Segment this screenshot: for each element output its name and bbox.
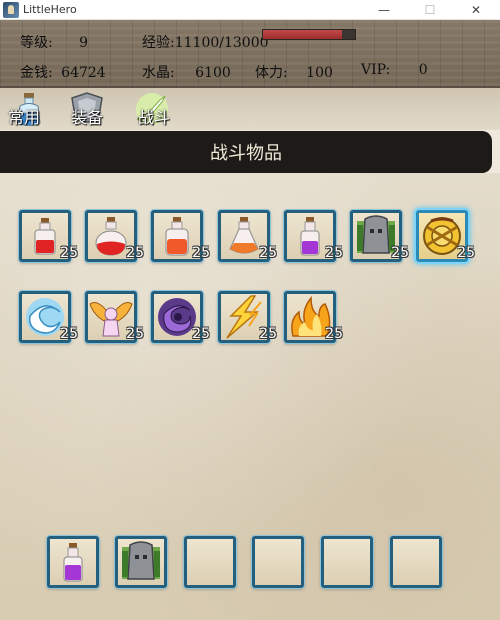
- item-count: 25: [126, 326, 144, 342]
- item-count: 25: [60, 245, 78, 261]
- item-slot-6[interactable]: 25: [350, 210, 409, 262]
- item-count: 25: [457, 245, 475, 261]
- quickbar-slot-1[interactable]: [47, 536, 99, 588]
- purple-potion-icon: [63, 543, 83, 582]
- crystal-value: 6100: [195, 65, 231, 81]
- tab-battle-label: 战斗: [138, 108, 171, 127]
- exp-stat: 经验:11100/13000: [142, 32, 269, 52]
- gold-label: 金钱:: [20, 65, 53, 81]
- level-label: 等级:: [20, 35, 53, 51]
- exp-label: 经验:: [142, 35, 175, 51]
- item-slot-8[interactable]: 25: [19, 291, 78, 343]
- exp-value: 11100/13000: [174, 35, 269, 51]
- tab-common-label: 常用: [8, 108, 41, 127]
- level-value: 9: [79, 35, 89, 51]
- item-count: 25: [325, 326, 343, 342]
- vip-value: 0: [418, 62, 428, 78]
- maximize-button[interactable]: ☐: [407, 0, 453, 20]
- section-title: 战斗物品: [0, 131, 492, 173]
- stamina-label: 体力:: [255, 65, 288, 81]
- vip-label: VIP:: [361, 62, 391, 78]
- item-count: 25: [126, 245, 144, 261]
- tab-equipment[interactable]: 装备: [66, 92, 116, 128]
- crystal-stat: 水晶: 6100: [142, 62, 231, 82]
- item-count: 25: [391, 245, 409, 261]
- item-slot-11[interactable]: 25: [218, 291, 277, 343]
- item-count: 25: [192, 326, 210, 342]
- item-slot-1[interactable]: 25: [19, 210, 78, 262]
- item-count: 25: [60, 326, 78, 342]
- stamina-value: 100: [306, 65, 333, 81]
- window-title: LittleHero: [23, 3, 77, 16]
- window-titlebar: LittleHero — ☐ ✕: [0, 0, 500, 20]
- app-icon: [3, 1, 19, 18]
- vip-stat: VIP: 0: [361, 62, 428, 78]
- item-slot-9[interactable]: 25: [85, 291, 144, 343]
- item-count: 25: [325, 245, 343, 261]
- quickbar-slot-5[interactable]: [321, 536, 373, 588]
- item-slot-2[interactable]: 25: [85, 210, 144, 262]
- item-slot-3[interactable]: 25: [151, 210, 210, 262]
- stats-bar: 等级: 9 经验:11100/13000 金钱: 64724 水晶: 6100 …: [0, 20, 500, 88]
- item-slot-12[interactable]: 25: [284, 291, 343, 343]
- quickbar-slot-6[interactable]: [390, 536, 442, 588]
- tab-battle[interactable]: 战斗: [132, 92, 182, 128]
- item-slot-5[interactable]: 25: [284, 210, 343, 262]
- tab-common[interactable]: 常用: [6, 92, 56, 128]
- stone-armor-icon: [122, 541, 160, 580]
- minimize-button[interactable]: —: [361, 0, 407, 20]
- exp-progress-fill: [263, 30, 342, 39]
- tab-equipment-label: 装备: [71, 108, 104, 127]
- quickbar-slot-3[interactable]: [184, 536, 236, 588]
- item-slot-4[interactable]: 25: [218, 210, 277, 262]
- category-tabs: 常用 装备 战斗: [0, 88, 500, 130]
- stamina-stat: 体力: 100: [255, 62, 333, 82]
- quickbar-slot-2[interactable]: [115, 536, 167, 588]
- gold-stat: 金钱: 64724: [20, 62, 106, 82]
- item-slot-7[interactable]: 25: [416, 210, 475, 262]
- crystal-label: 水晶:: [142, 65, 175, 81]
- close-button[interactable]: ✕: [453, 0, 499, 20]
- item-slot-10[interactable]: 25: [151, 291, 210, 343]
- item-count: 25: [259, 245, 277, 261]
- gold-value: 64724: [61, 65, 106, 81]
- quickbar-slot-4[interactable]: [252, 536, 304, 588]
- item-count: 25: [192, 245, 210, 261]
- level-stat: 等级: 9: [20, 32, 88, 52]
- item-count: 25: [259, 326, 277, 342]
- exp-progress-bar: [262, 29, 356, 40]
